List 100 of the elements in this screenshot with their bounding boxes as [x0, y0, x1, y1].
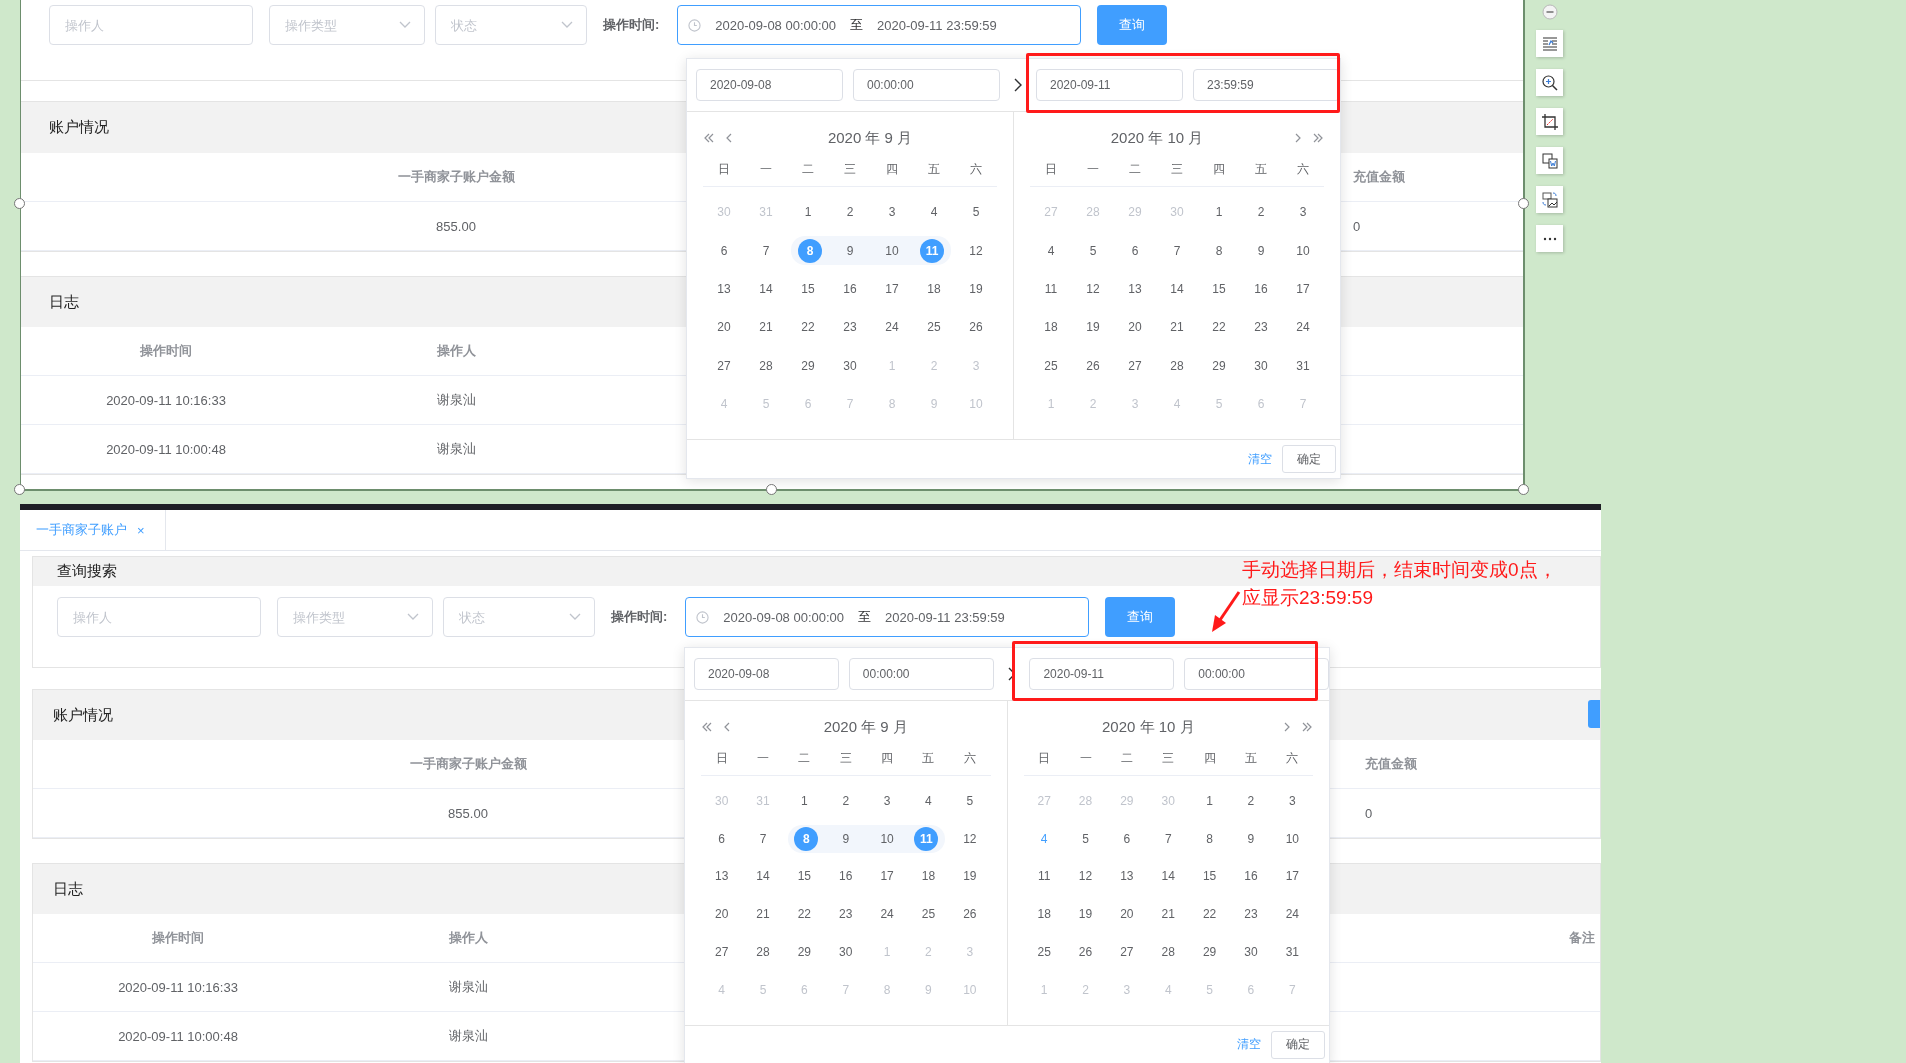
calendar-day[interactable]: 2 — [838, 200, 862, 225]
calendar-day[interactable]: 20 — [1114, 902, 1139, 927]
calendar-day[interactable]: 9 — [1238, 826, 1263, 851]
calendar-day[interactable]: 18 — [1039, 315, 1063, 340]
start-date-field[interactable]: 2020-09-08 — [694, 658, 839, 690]
confirm-button[interactable]: 确定 — [1282, 445, 1336, 474]
zoom-in-icon[interactable] — [1536, 69, 1563, 96]
double-chevron-left-icon[interactable] — [701, 722, 713, 732]
calendar-day[interactable]: 27 — [712, 353, 736, 378]
calendar-day[interactable]: 17 — [880, 276, 904, 301]
start-time-field[interactable]: 00:00:00 — [853, 69, 1000, 101]
calendar-day[interactable]: 5 — [1073, 826, 1098, 851]
calendar-day[interactable]: 5 — [964, 200, 988, 225]
status-select[interactable]: 状态 — [443, 597, 595, 637]
calendar-day[interactable]: 2 — [833, 788, 858, 813]
calendar-day[interactable]: 17 — [1280, 864, 1305, 889]
calendar-day[interactable]: 20 — [709, 902, 734, 927]
end-time-field[interactable]: 00:00:00 — [1184, 658, 1329, 690]
calendar-day[interactable]: 23 — [833, 902, 858, 927]
calendar-day[interactable]: 22 — [1197, 902, 1222, 927]
chevron-left-icon[interactable] — [723, 722, 731, 732]
image-to-document-icon[interactable] — [1536, 147, 1563, 174]
confirm-button[interactable]: 确定 — [1271, 1030, 1325, 1059]
calendar-day[interactable]: 22 — [1207, 315, 1231, 340]
calendar-day[interactable]: 28 — [1165, 353, 1189, 378]
type-select[interactable]: 操作类型 — [277, 597, 433, 637]
resize-handle[interactable] — [766, 484, 777, 495]
calendar-day[interactable]: 27 — [709, 940, 734, 965]
calendar-day[interactable]: 1 — [792, 788, 817, 813]
calendar-day[interactable]: 21 — [751, 902, 775, 927]
calendar-day[interactable]: 18 — [916, 864, 941, 889]
end-date-field[interactable]: 2020-09-11 — [1036, 69, 1183, 101]
calendar-day[interactable]: 7 — [751, 826, 775, 851]
calendar-day[interactable]: 19 — [957, 864, 982, 889]
calendar-day[interactable]: 12 — [1073, 864, 1098, 889]
calendar-day[interactable]: 13 — [1114, 864, 1139, 889]
calendar-day[interactable]: 5 — [957, 788, 982, 813]
date-range-field[interactable]: 2020-09-08 00:00:00 至 2020-09-11 23:59:59 — [677, 5, 1082, 45]
calendar-day[interactable]: 28 — [754, 353, 778, 378]
calendar-day[interactable]: 29 — [1197, 940, 1222, 965]
chevron-left-icon[interactable] — [725, 133, 733, 143]
calendar-day[interactable]: 17 — [875, 864, 900, 889]
calendar-day[interactable]: 25 — [1032, 940, 1057, 965]
calendar-day[interactable]: 29 — [1207, 353, 1231, 378]
resize-handle[interactable] — [1518, 198, 1529, 209]
calendar-day[interactable]: 3 — [1291, 200, 1315, 225]
calendar-day[interactable]: 27 — [1114, 940, 1139, 965]
calendar-day[interactable]: 12 — [964, 238, 988, 263]
calendar-day[interactable]: 29 — [792, 940, 817, 965]
chevron-right-icon[interactable] — [1283, 722, 1291, 732]
calendar-day[interactable]: 16 — [838, 276, 862, 301]
start-time-field[interactable]: 00:00:00 — [848, 658, 994, 690]
calendar-day[interactable]: 14 — [754, 276, 778, 301]
calendar-day[interactable]: 11 — [1039, 276, 1063, 301]
calendar-day[interactable]: 21 — [1156, 902, 1181, 927]
minus-icon[interactable] — [1541, 4, 1558, 20]
calendar-day[interactable]: 15 — [1197, 864, 1222, 889]
calendar-day[interactable]: 22 — [796, 315, 820, 340]
calendar-day[interactable]: 10 — [1291, 238, 1315, 263]
calendar-day[interactable]: 6 — [712, 238, 736, 263]
calendar-day[interactable]: 19 — [1073, 902, 1098, 927]
calendar-day[interactable]: 6 — [1114, 826, 1139, 851]
resize-handle[interactable] — [14, 198, 25, 209]
calendar-day[interactable]: 25 — [916, 902, 941, 927]
calendar-day[interactable]: 18 — [1032, 902, 1057, 927]
calendar-day[interactable]: 12 — [957, 826, 982, 851]
calendar-day[interactable]: 15 — [1207, 276, 1231, 301]
type-select[interactable]: 操作类型 — [269, 5, 425, 45]
calendar-day[interactable]: 16 — [1249, 276, 1273, 301]
calendar-day[interactable]: 21 — [1165, 315, 1189, 340]
calendar-day[interactable]: 14 — [1156, 864, 1181, 889]
calendar-day[interactable]: 14 — [751, 864, 775, 889]
calendar-day[interactable]: 25 — [1039, 353, 1063, 378]
calendar-day[interactable]: 13 — [1123, 276, 1147, 301]
image-convert-icon[interactable] — [1536, 186, 1563, 213]
calendar-day[interactable]: 31 — [1291, 353, 1315, 378]
calendar-day[interactable]: 30 — [833, 940, 858, 965]
resize-handle[interactable] — [1518, 484, 1529, 495]
calendar-day[interactable]: 7 — [1165, 238, 1189, 263]
calendar-day[interactable]: 26 — [964, 315, 988, 340]
calendar-day[interactable]: 12 — [1081, 276, 1105, 301]
start-date-field[interactable]: 2020-09-08 — [696, 69, 843, 101]
calendar-day[interactable]: 29 — [796, 353, 820, 378]
calendar-day[interactable]: 20 — [1123, 315, 1147, 340]
calendar-day[interactable]: 30 — [1249, 353, 1273, 378]
calendar-day[interactable]: 22 — [792, 902, 817, 927]
resize-handle[interactable] — [14, 484, 25, 495]
calendar-day[interactable]: 3 — [880, 200, 904, 225]
calendar-day[interactable]: 28 — [751, 940, 775, 965]
calendar-day[interactable]: 26 — [957, 902, 982, 927]
calendar-day[interactable]: 24 — [1291, 315, 1315, 340]
calendar-day[interactable]: 3 — [1280, 788, 1305, 813]
calendar-day[interactable]: 30 — [1238, 940, 1263, 965]
crop-icon[interactable] — [1536, 108, 1563, 135]
calendar-day[interactable]: 10 — [1280, 826, 1305, 851]
calendar-day[interactable]: 9 — [1249, 238, 1273, 263]
calendar-day[interactable]: 26 — [1081, 353, 1105, 378]
calendar-day[interactable]: 25 — [922, 315, 946, 340]
calendar-day[interactable]: 7 — [754, 238, 778, 263]
calendar-day[interactable]: 19 — [964, 276, 988, 301]
